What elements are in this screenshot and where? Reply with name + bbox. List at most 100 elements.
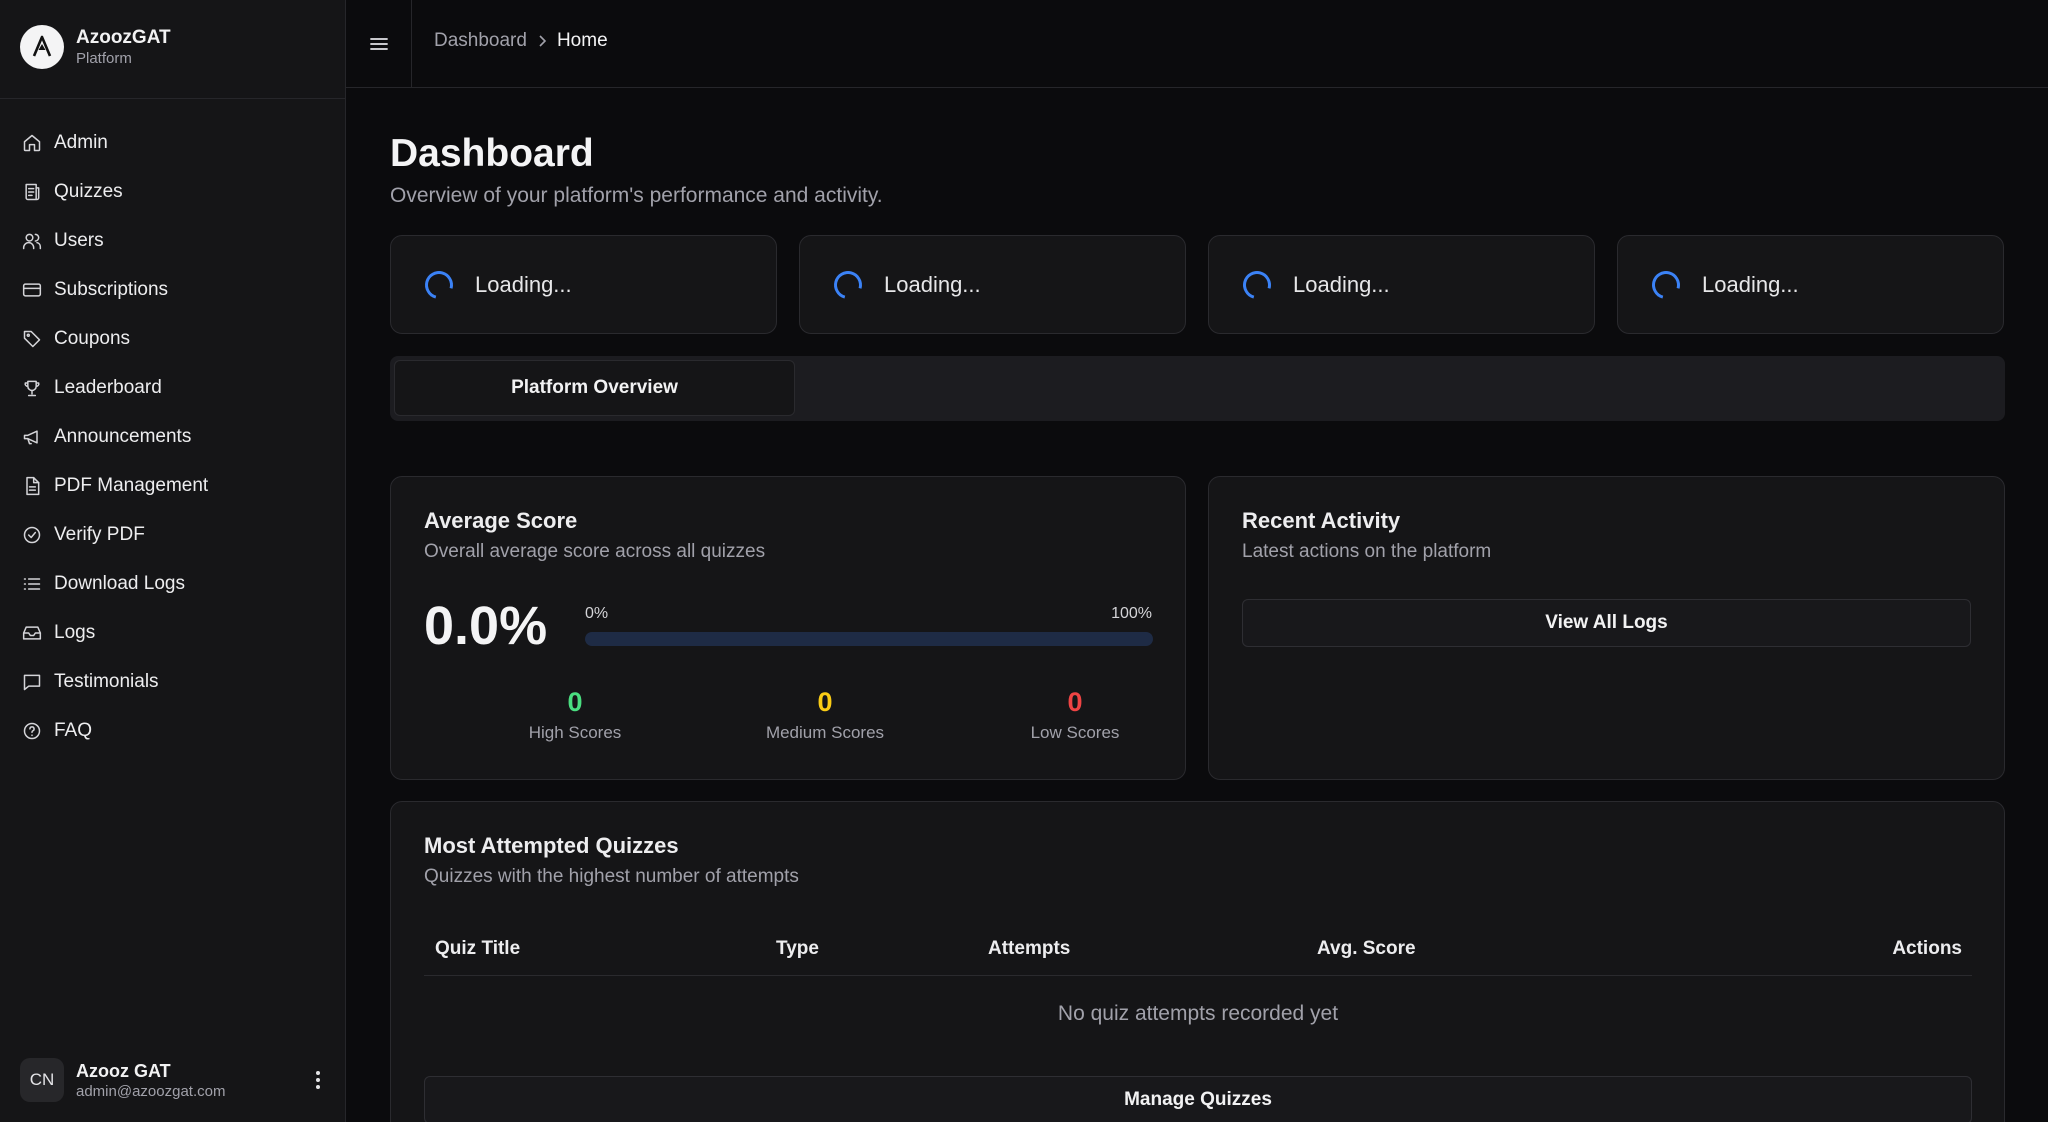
users-icon [22,233,42,249]
stat-card: Loading... [1617,235,2004,334]
progress-min-label: 0% [585,605,609,622]
column-type: Type [776,938,819,959]
user-profile[interactable]: CN Azooz GAT admin@azoozgat.com [20,1054,330,1106]
sidebar-item-label: Leaderboard [54,376,162,398]
column-quiz-title: Quiz Title [435,938,521,959]
credit-card-icon [22,282,42,297]
home-icon [23,134,41,151]
message-icon [23,674,41,690]
spinner-icon [1646,265,1686,304]
sidebar-item-pdf-management[interactable]: PDF Management [0,461,346,510]
megaphone-icon [23,429,38,444]
sidebar-item-quizzes[interactable]: Quizzes [0,167,346,216]
sidebar-item-label: FAQ [54,719,93,741]
brand-text: AzoozGAT Platform [76,27,171,68]
page-subtitle: Overview of your platform's performance … [390,184,883,207]
sidebar-item-faq[interactable]: FAQ [0,706,346,755]
view-all-logs-button[interactable]: View All Logs [1242,599,1971,647]
tag-icon [23,330,41,347]
card-description: Overall average score across all quizzes [424,541,766,562]
sidebar-item-label: Subscriptions [54,278,169,300]
stat-card: Loading... [799,235,1186,334]
high-scores-label: High Scores [528,723,622,742]
sidebar-nav: Admin Quizzes Users Subscriptions Coupon… [0,118,346,755]
stat-card: Loading... [390,235,777,334]
card-description: Quizzes with the highest number of attem… [424,866,799,887]
high-scores: 0 High Scores [475,687,675,743]
sidebar-item-label: Verify PDF [54,523,145,545]
file-icon [26,476,40,495]
column-attempts: Attempts [988,938,1071,959]
sidebar-item-logs[interactable]: Logs [0,608,346,657]
menu-icon [369,38,388,50]
stat-loading-text: Loading... [884,271,981,297]
tabs-bar: Platform Overview [390,356,2005,421]
quiz-icon [25,183,40,200]
spinner-icon [1237,265,1277,304]
avatar: CN [20,1058,64,1102]
low-scores: 0 Low Scores [975,687,1175,743]
card-title: Average Score [424,508,578,533]
medium-scores: 0 Medium Scores [725,687,925,743]
sidebar-item-label: Quizzes [54,180,123,202]
brand[interactable]: AzoozGAT Platform [20,22,171,72]
empty-table-message: No quiz attempts recorded yet [1057,1002,1339,1025]
stat-loading-text: Loading... [1702,271,1799,297]
trophy-icon [24,380,40,396]
sidebar-item-testimonials[interactable]: Testimonials [0,657,346,706]
score-progress-bar [585,632,1153,646]
sidebar-item-label: Announcements [54,425,192,447]
sidebar-item-leaderboard[interactable]: Leaderboard [0,363,346,412]
app: AzoozGAT Platform Admin Quizzes Users Su… [0,0,2048,1122]
sidebar-item-label: Users [54,229,104,251]
check-circle-icon [23,526,41,543]
low-scores-label: Low Scores [1030,723,1120,742]
more-vertical-icon[interactable] [306,1068,330,1092]
breadcrumb-dashboard[interactable]: Dashboard [434,30,527,52]
medium-scores-label: Medium Scores [765,723,885,742]
sidebar-item-admin[interactable]: Admin [0,118,346,167]
sidebar: AzoozGAT Platform Admin Quizzes Users Su… [0,0,346,1122]
tab-platform-overview[interactable]: Platform Overview [394,360,795,416]
sidebar-toggle-button[interactable] [346,0,412,88]
top-header: Dashboard Home [346,0,2048,88]
sidebar-item-download-logs[interactable]: Download Logs [0,559,346,608]
sidebar-divider [0,98,346,99]
sidebar-item-subscriptions[interactable]: Subscriptions [0,265,346,314]
user-name: Azooz GAT [76,1060,171,1081]
chevron-right-icon [539,35,547,47]
list-icon [23,577,41,590]
card-description: Latest actions on the platform [1242,541,1492,562]
user-text: Azooz GAT admin@azoozgat.com [76,1060,225,1101]
average-score-card: Average Score Overall average score acro… [390,476,1186,780]
recent-activity-card: Recent Activity Latest actions on the pl… [1208,476,2005,780]
card-title: Most Attempted Quizzes [424,833,679,858]
stat-loading-text: Loading... [1293,271,1390,297]
sidebar-item-label: Coupons [54,327,131,349]
sidebar-item-verify-pdf[interactable]: Verify PDF [0,510,346,559]
sidebar-item-coupons[interactable]: Coupons [0,314,346,363]
card-title: Recent Activity [1242,508,1401,533]
breadcrumb: Dashboard Home [434,30,608,52]
stat-loading-text: Loading... [475,271,572,297]
average-score-value: 0.0% [424,596,548,656]
breadcrumb-home: Home [556,30,608,51]
manage-quizzes-button[interactable]: Manage Quizzes [424,1076,1972,1122]
high-scores-value: 0 [567,687,583,717]
spinner-icon [419,265,459,304]
column-actions: Actions [1892,938,1962,959]
sidebar-item-users[interactable]: Users [0,216,346,265]
user-email: admin@azoozgat.com [76,1082,226,1100]
sidebar-item-label: Testimonials [54,670,159,692]
sidebar-item-announcements[interactable]: Announcements [0,412,346,461]
sidebar-item-label: Logs [54,621,96,643]
page-title: Dashboard [390,132,594,175]
brand-name: AzoozGAT [76,26,171,48]
sidebar-item-label: Admin [54,131,108,153]
medium-scores-value: 0 [817,687,833,717]
brand-subtitle: Platform [76,49,132,67]
column-avg-score: Avg. Score [1317,938,1416,959]
brand-logo-icon [20,25,64,69]
low-scores-value: 0 [1067,687,1083,717]
most-attempted-card: Most Attempted Quizzes Quizzes with the … [390,801,2005,1122]
